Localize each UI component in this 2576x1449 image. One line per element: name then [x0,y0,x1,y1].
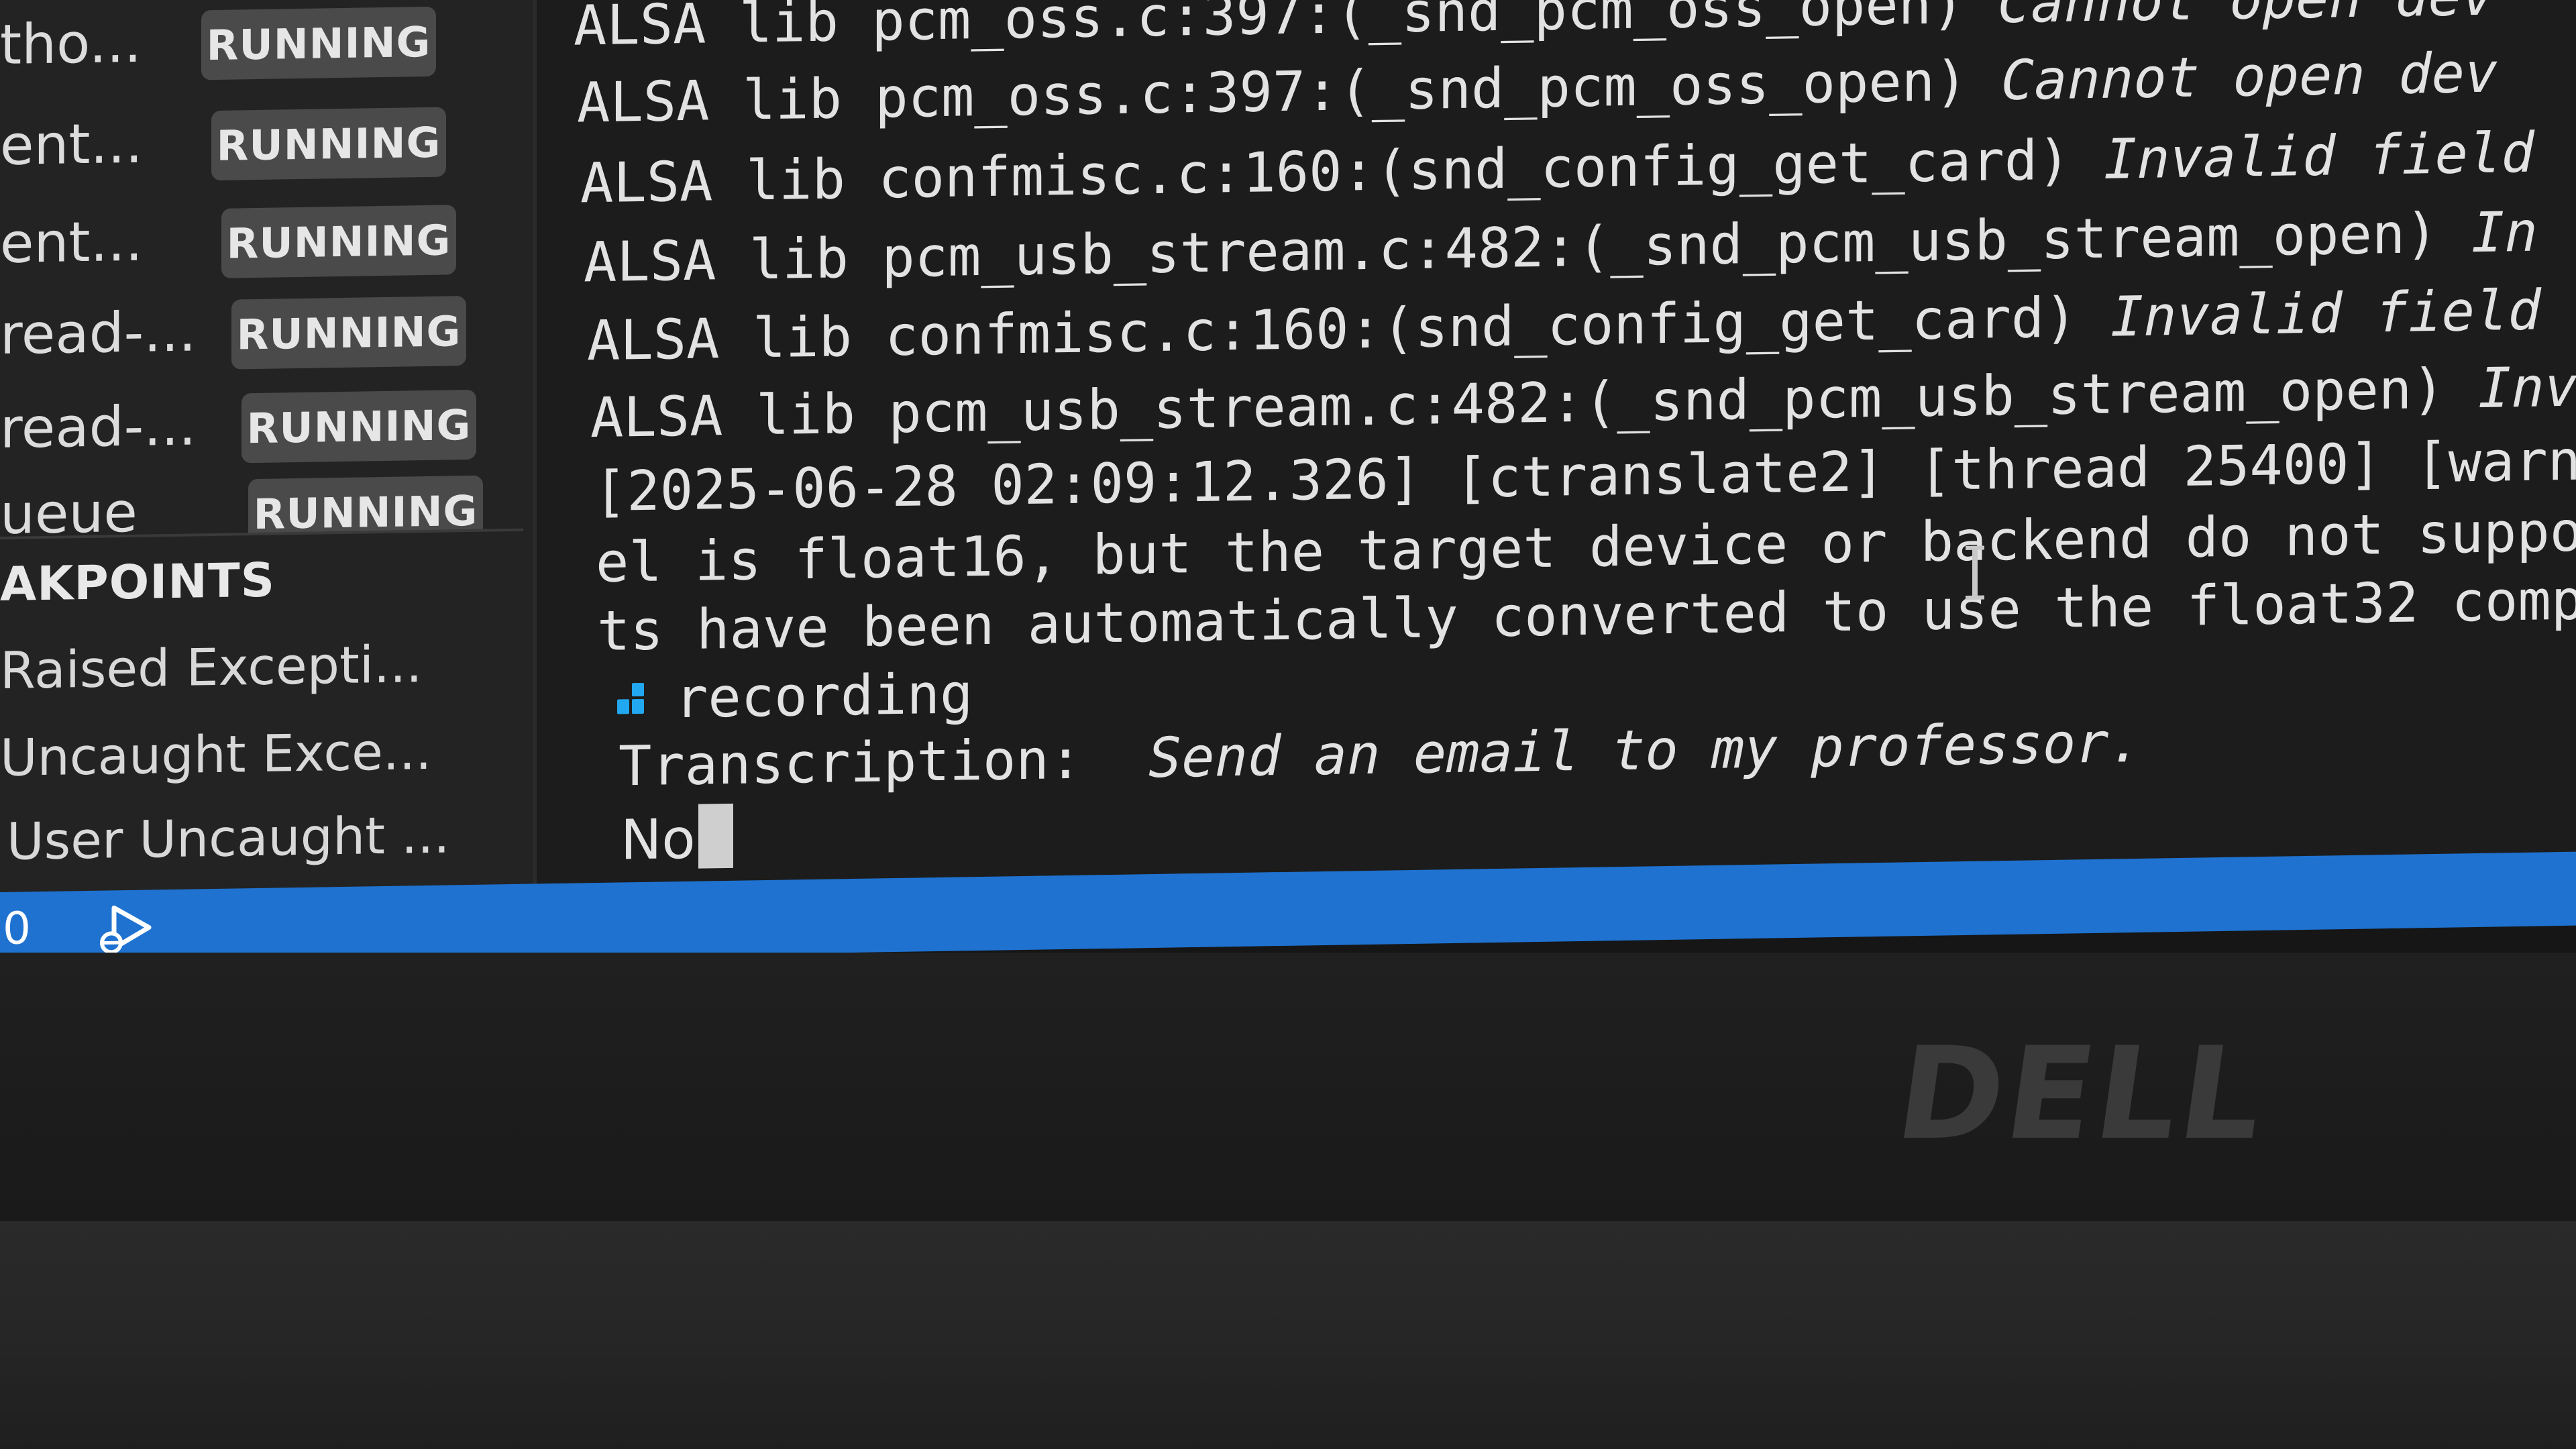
breakpoints-header: AKPOINTS [0,552,276,612]
log-prefix: ALSA lib pcm_oss.c:397:(_snd_pcm_oss_ope… [574,0,1998,58]
terminal-line: ALSA lib pcm_usb_stream.c:482:(_snd_pcm_… [584,201,2538,295]
debug-sidebar: tho... RUNNING ent... RUNNING ent... RUN… [0,0,537,892]
thread-name: read-... [0,300,197,367]
debug-run-icon[interactable] [94,898,154,959]
recording-line: recording [617,662,973,731]
log-prefix: ALSA lib pcm_oss.c:397:(_snd_pcm_oss_ope… [577,49,2001,136]
log-message: In [2471,200,2538,266]
bezel-lower-edge [0,1221,2576,1449]
terminal-line: ALSA lib pcm_oss.c:397:(_snd_pcm_oss_ope… [577,42,2498,136]
thread-row[interactable]: ent... RUNNING [0,93,523,188]
thread-name: ent... [0,209,143,276]
status-badge: RUNNING [241,389,476,464]
transcription-text: Send an email to my professor. [1148,710,2142,791]
log-message: Invalid field [2110,278,2541,350]
thread-name: read-... [0,394,197,461]
call-stack-panel: tho... RUNNING ent... RUNNING ent... RUN… [0,0,523,540]
mouse-ibeam-cursor-icon [1972,545,1978,600]
photo-of-laptop-screen: tho... RUNNING ent... RUNNING ent... RUN… [0,0,2576,1449]
recording-text: recording [675,662,973,731]
thread-row[interactable]: ueue RUNNING [0,462,523,540]
text-cursor [698,803,733,869]
terminal-line: ALSA lib confmisc.c:160:(snd_config_get_… [587,278,2541,373]
transcription-label: Transcription: [619,727,1083,799]
input-line[interactable]: No [621,803,733,873]
status-badge: RUNNING [201,6,436,80]
log-prefix: ALSA lib pcm_usb_stream.c:482:(_snd_pcm_… [584,201,2471,295]
terminal-line: ALSA lib confmisc.c:160:(snd_config_get_… [580,121,2534,216]
log-message: Inv [2478,355,2576,421]
recording-icon [617,682,655,720]
thread-row[interactable]: read-... RUNNING [0,376,523,471]
thread-name: ueue [0,480,138,540]
brand-logo: DELL [1888,1020,2275,1168]
log-prefix: ALSA lib confmisc.c:160:(snd_config_get_… [580,127,2104,216]
log-message: Cannot open dev [1998,0,2495,36]
log-message: Cannot open dev [2000,41,2498,113]
terminal-panel[interactable]: ALSA lib pcm_oss.c:397:(_snd_pcm_oss_ope… [537,0,2576,884]
status-badge: RUNNING [221,205,456,278]
breakpoint-item[interactable]: Uncaught Exce... [0,721,431,788]
log-prefix: ALSA lib confmisc.c:160:(snd_config_get_… [587,285,2110,374]
thread-row[interactable]: tho... RUNNING [0,0,523,87]
status-badge: RUNNING [248,475,483,540]
status-badge: RUNNING [231,296,466,370]
status-count[interactable]: 0 [3,902,31,955]
breakpoint-item[interactable]: Raised Excepti... [0,634,422,700]
thread-row[interactable]: ent... RUNNING [0,191,523,286]
ide-window: tho... RUNNING ent... RUNNING ent... RUN… [0,0,2576,892]
breakpoint-item[interactable]: User Uncaught ... [7,804,450,871]
status-badge: RUNNING [211,107,446,181]
thread-name: ent... [0,111,143,178]
terminal-input-text: No [621,807,696,873]
thread-name: tho... [0,11,142,78]
thread-row[interactable]: read-... RUNNING [0,282,523,377]
log-message: Invalid field [2103,121,2534,192]
